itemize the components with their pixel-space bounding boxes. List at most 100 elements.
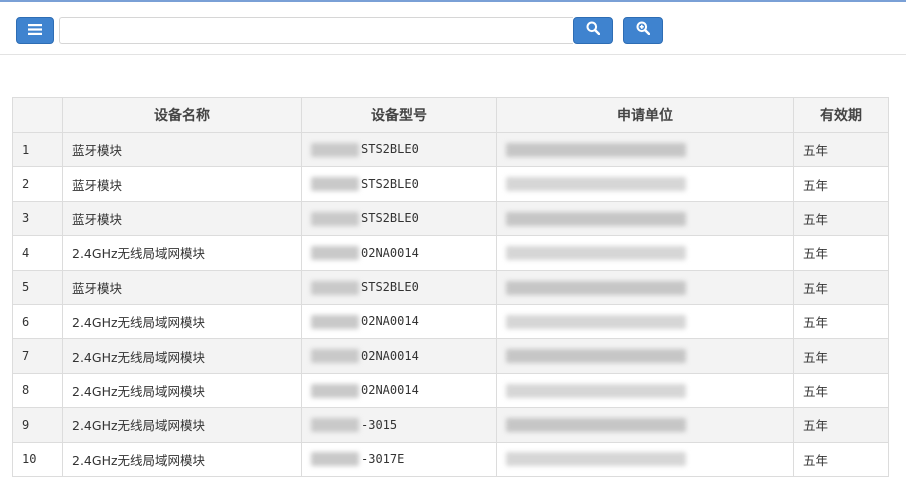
device-model: 02NA0014: [301, 303, 497, 340]
device-table: 设备名称 设备型号 申请单位 有效期 1 蓝牙模块 STS2BLE0 五年 2 蓝牙模块 S…: [12, 97, 889, 477]
redacted-applicant: [506, 452, 686, 467]
device-name: 蓝牙模块: [62, 269, 302, 305]
table-row[interactable]: 6 2.4GHz无线局域网模块 02NA0014 五年: [12, 303, 889, 340]
device-model: 02NA0014: [301, 372, 497, 409]
device-name: 蓝牙模块: [62, 166, 302, 202]
row-index: 10: [12, 441, 63, 477]
redacted-model-prefix: [311, 418, 359, 433]
device-model-text: -3017E: [361, 451, 405, 466]
redacted-applicant: [506, 211, 686, 226]
row-index: 5: [12, 269, 63, 305]
zoom-in-icon: [636, 21, 651, 40]
redacted-model-prefix: [311, 142, 359, 157]
redacted-model-prefix: [311, 452, 359, 467]
validity-period: 五年: [793, 235, 889, 271]
applicant-unit: [496, 441, 794, 477]
device-model-text: -3015: [361, 417, 398, 432]
applicant-unit: [496, 372, 794, 409]
applicant-unit: [496, 303, 794, 340]
applicant-unit: [496, 235, 794, 271]
redacted-model-prefix: [311, 314, 359, 329]
validity-period: 五年: [793, 407, 889, 443]
validity-period: 五年: [793, 338, 889, 374]
device-model: STS2BLE0: [301, 269, 497, 305]
column-header-applicant[interactable]: 申请单位: [496, 97, 794, 133]
applicant-unit: [496, 200, 794, 237]
device-model-text: 02NA0014: [361, 383, 419, 398]
row-index: 2: [12, 166, 63, 202]
column-header-validity[interactable]: 有效期: [793, 97, 889, 133]
device-model-text: STS2BLE0: [361, 211, 419, 226]
device-model: -3017E: [301, 441, 497, 477]
menu-icon: [28, 22, 42, 40]
row-index: 3: [12, 200, 63, 237]
device-model-text: STS2BLE0: [361, 142, 419, 157]
device-name: 2.4GHz无线局域网模块: [62, 372, 302, 409]
row-index: 9: [12, 407, 63, 443]
column-header-device-name[interactable]: 设备名称: [62, 97, 302, 133]
table-row[interactable]: 7 2.4GHz无线局域网模块 02NA0014 五年: [12, 338, 889, 374]
applicant-unit: [496, 131, 794, 168]
redacted-model-prefix: [311, 383, 359, 398]
applicant-unit: [496, 338, 794, 374]
device-model: -3015: [301, 407, 497, 443]
row-index: 6: [12, 303, 63, 340]
table-row[interactable]: 3 蓝牙模块 STS2BLE0 五年: [12, 200, 889, 237]
device-name: 2.4GHz无线局域网模块: [62, 441, 302, 477]
table-header-row: 设备名称 设备型号 申请单位 有效期: [12, 97, 889, 133]
table-row[interactable]: 1 蓝牙模块 STS2BLE0 五年: [12, 131, 889, 168]
redacted-model-prefix: [311, 177, 359, 192]
column-header-index: [12, 97, 63, 133]
column-header-device-model[interactable]: 设备型号: [301, 97, 497, 133]
applicant-unit: [496, 269, 794, 305]
table-row[interactable]: 8 2.4GHz无线局域网模块 02NA0014 五年: [12, 372, 889, 409]
device-model: STS2BLE0: [301, 131, 497, 168]
device-model: STS2BLE0: [301, 200, 497, 237]
device-name: 2.4GHz无线局域网模块: [62, 407, 302, 443]
device-model-text: STS2BLE0: [361, 176, 419, 191]
row-index: 4: [12, 235, 63, 271]
row-index: 1: [12, 131, 63, 168]
toolbar: [0, 2, 906, 55]
redacted-applicant: [506, 142, 686, 157]
redacted-model-prefix: [311, 280, 359, 295]
validity-period: 五年: [793, 131, 889, 168]
table-row[interactable]: 9 2.4GHz无线局域网模块 -3015 五年: [12, 407, 889, 443]
redacted-model-prefix: [311, 211, 359, 226]
redacted-applicant: [506, 246, 686, 261]
redacted-applicant: [506, 177, 686, 192]
validity-period: 五年: [793, 200, 889, 237]
advanced-search-button[interactable]: [623, 17, 663, 44]
validity-period: 五年: [793, 372, 889, 409]
validity-period: 五年: [793, 269, 889, 305]
device-model: 02NA0014: [301, 235, 497, 271]
redacted-applicant: [506, 314, 686, 329]
redacted-model-prefix: [311, 246, 359, 261]
device-model-text: 02NA0014: [361, 245, 419, 260]
validity-period: 五年: [793, 303, 889, 340]
device-name: 2.4GHz无线局域网模块: [62, 338, 302, 374]
device-model: 02NA0014: [301, 338, 497, 374]
redacted-applicant: [506, 383, 686, 398]
device-model-text: 02NA0014: [361, 348, 419, 363]
device-model: STS2BLE0: [301, 166, 497, 202]
row-index: 8: [12, 372, 63, 409]
row-index: 7: [12, 338, 63, 374]
device-name: 2.4GHz无线局域网模块: [62, 235, 302, 271]
search-button[interactable]: [573, 17, 613, 44]
redacted-applicant: [506, 349, 686, 364]
table-row[interactable]: 4 2.4GHz无线局域网模块 02NA0014 五年: [12, 235, 889, 271]
table-row[interactable]: 5 蓝牙模块 STS2BLE0 五年: [12, 269, 889, 305]
table-row[interactable]: 2 蓝牙模块 STS2BLE0 五年: [12, 166, 889, 202]
redacted-model-prefix: [311, 349, 359, 364]
applicant-unit: [496, 407, 794, 443]
menu-button[interactable]: [16, 17, 54, 44]
redacted-applicant: [506, 280, 686, 295]
table-row[interactable]: 10 2.4GHz无线局域网模块 -3017E 五年: [12, 441, 889, 477]
redacted-applicant: [506, 418, 686, 433]
search-input[interactable]: [59, 17, 573, 44]
validity-period: 五年: [793, 441, 889, 477]
device-name: 2.4GHz无线局域网模块: [62, 303, 302, 340]
device-name: 蓝牙模块: [62, 131, 302, 168]
search-icon: [586, 21, 601, 40]
